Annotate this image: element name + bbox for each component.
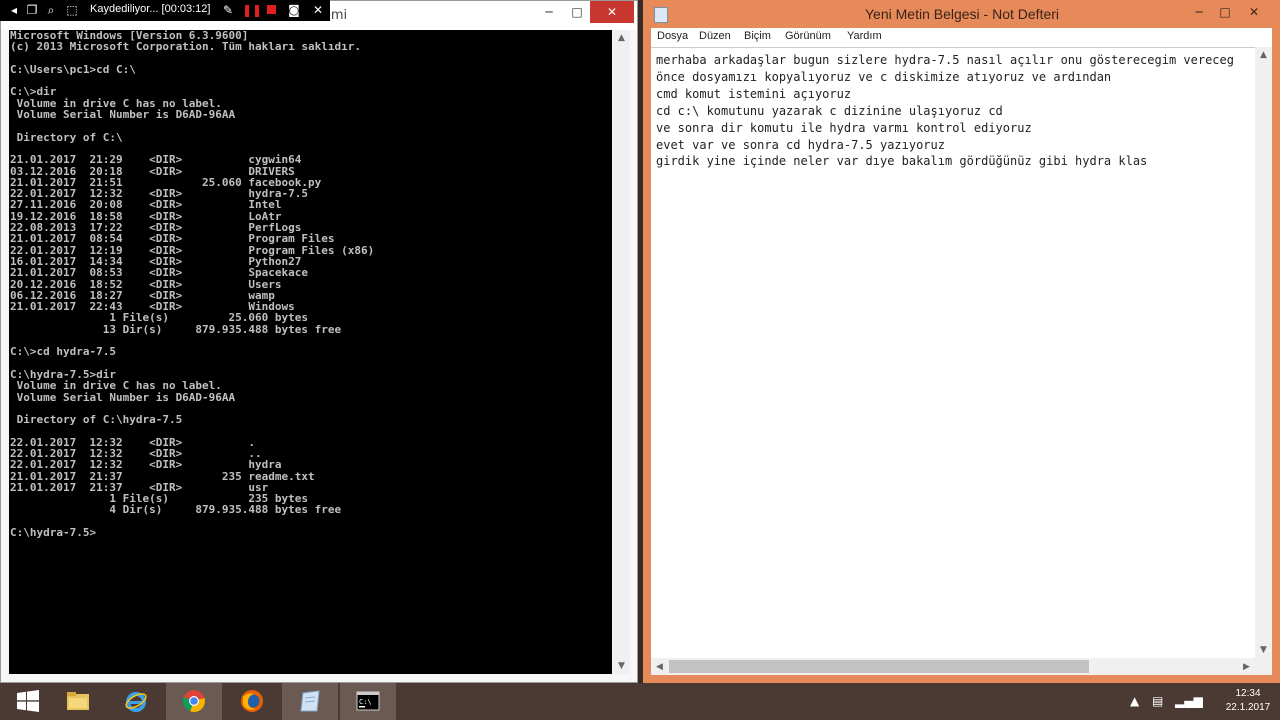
folder-icon xyxy=(67,692,89,710)
notepad-app-icon xyxy=(654,7,668,23)
notepad-scroll-up-arrow[interactable]: ▲ xyxy=(1255,47,1272,63)
taskbar-file-explorer[interactable] xyxy=(50,683,106,720)
notepad-minimize-button[interactable]: ─ xyxy=(1188,2,1210,22)
command-prompt-window: stemi ─ □ ✕ Microsoft Windows [Version 6… xyxy=(0,0,638,683)
drag-handle-icon[interactable]: ◂ xyxy=(6,2,22,18)
cmd-close-button[interactable]: ✕ xyxy=(590,1,634,23)
notepad-horizontal-scrollbar[interactable]: ◀ ▶ xyxy=(651,658,1255,675)
notepad-vertical-scrollbar[interactable]: ▲ ▼ xyxy=(1255,47,1272,658)
notepad-scroll-down-arrow[interactable]: ▼ xyxy=(1255,642,1272,658)
taskbar-firefox[interactable] xyxy=(224,683,280,720)
notepad-titlebar[interactable]: Yeni Metin Belgesi - Not Defteri ─ □ ✕ xyxy=(643,0,1280,28)
taskbar-internet-explorer[interactable] xyxy=(108,683,164,720)
screen-recorder-toolbar: ◂ ❐ ⌕ ⬚ Kaydediliyor... [00:03:12] ✎ ❚❚ … xyxy=(0,0,330,21)
notepad-text-content: merhaba arkadaşlar bugun sizlere hydra-7… xyxy=(656,53,1234,169)
taskbar-command-prompt[interactable]: C:\ xyxy=(340,683,396,720)
zoom-icon[interactable]: ⌕ xyxy=(43,2,59,18)
menu-yardim[interactable]: Yardım xyxy=(847,30,882,42)
cmd-console-area[interactable]: Microsoft Windows [Version 6.3.9600] (c)… xyxy=(9,30,612,674)
pause-icon[interactable]: ❚❚ xyxy=(242,2,262,18)
notepad-close-button[interactable]: ✕ xyxy=(1241,2,1267,22)
notepad-window-title: Yeni Metin Belgesi - Not Defteri xyxy=(865,6,1060,22)
taskbar-clock[interactable]: 12:34 22.1.2017 xyxy=(1222,687,1274,715)
recorder-close-icon[interactable]: ✕ xyxy=(310,2,326,18)
volume-icon[interactable]: 🔈︎ xyxy=(1197,694,1204,708)
stop-icon[interactable] xyxy=(263,2,279,18)
command-prompt-icon: C:\ xyxy=(356,691,380,711)
cmd-minimize-button[interactable]: ─ xyxy=(536,1,562,23)
cmd-vertical-scrollbar[interactable]: ▲ ▼ xyxy=(613,30,630,674)
notepad-maximize-button[interactable]: □ xyxy=(1214,2,1236,22)
clock-time: 12:34 xyxy=(1235,688,1261,699)
network-status-icon[interactable]: ▤ xyxy=(1152,694,1163,708)
notepad-text-area[interactable]: merhaba arkadaşlar bugun sizlere hydra-7… xyxy=(651,47,1255,659)
notepad-icon xyxy=(300,690,320,712)
region-select-icon[interactable]: ⬚ xyxy=(64,2,80,18)
menu-dosya[interactable]: Dosya xyxy=(657,30,688,42)
windows-logo-icon xyxy=(17,690,39,712)
notepad-menubar: Dosya Düzen Biçim Görünüm Yardım xyxy=(651,28,1272,47)
restore-window-icon[interactable]: ❐ xyxy=(24,2,40,18)
taskbar: C:\ ▲ ▤ ▂▄▆ 🔈︎ 12:34 22.1.2017 xyxy=(0,683,1280,720)
cmd-scroll-up-arrow[interactable]: ▲ xyxy=(613,30,630,46)
internet-explorer-icon xyxy=(125,692,147,712)
notepad-scroll-left-arrow[interactable]: ◀ xyxy=(651,659,668,675)
menu-gorunum[interactable]: Görünüm xyxy=(785,30,831,42)
firefox-icon xyxy=(241,690,263,712)
notepad-scroll-right-arrow[interactable]: ▶ xyxy=(1238,659,1255,675)
notepad-horizontal-scroll-thumb[interactable] xyxy=(669,660,1089,673)
menu-duzen[interactable]: Düzen xyxy=(699,30,731,42)
notepad-size-grip[interactable] xyxy=(1255,658,1272,675)
cmd-scroll-down-arrow[interactable]: ▼ xyxy=(613,658,630,674)
pen-icon[interactable]: ✎ xyxy=(220,2,236,18)
tray-chevron-icon[interactable]: ▲ xyxy=(1130,694,1139,708)
chrome-icon xyxy=(182,690,205,713)
clock-date: 22.1.2017 xyxy=(1225,702,1271,713)
start-button[interactable] xyxy=(0,683,56,720)
taskbar-notepad[interactable] xyxy=(282,683,338,720)
notepad-window: Yeni Metin Belgesi - Not Defteri ─ □ ✕ D… xyxy=(643,0,1280,683)
camera-icon[interactable]: ◙ xyxy=(286,2,302,18)
recording-status-label: Kaydediliyor... [00:03:12] xyxy=(90,3,211,15)
taskbar-chrome[interactable] xyxy=(166,683,222,720)
cmd-console-output: Microsoft Windows [Version 6.3.9600] (c)… xyxy=(10,30,375,540)
svg-text:C:\: C:\ xyxy=(359,698,372,706)
menu-bicim[interactable]: Biçim xyxy=(744,30,771,42)
cmd-maximize-button[interactable]: □ xyxy=(564,1,590,23)
